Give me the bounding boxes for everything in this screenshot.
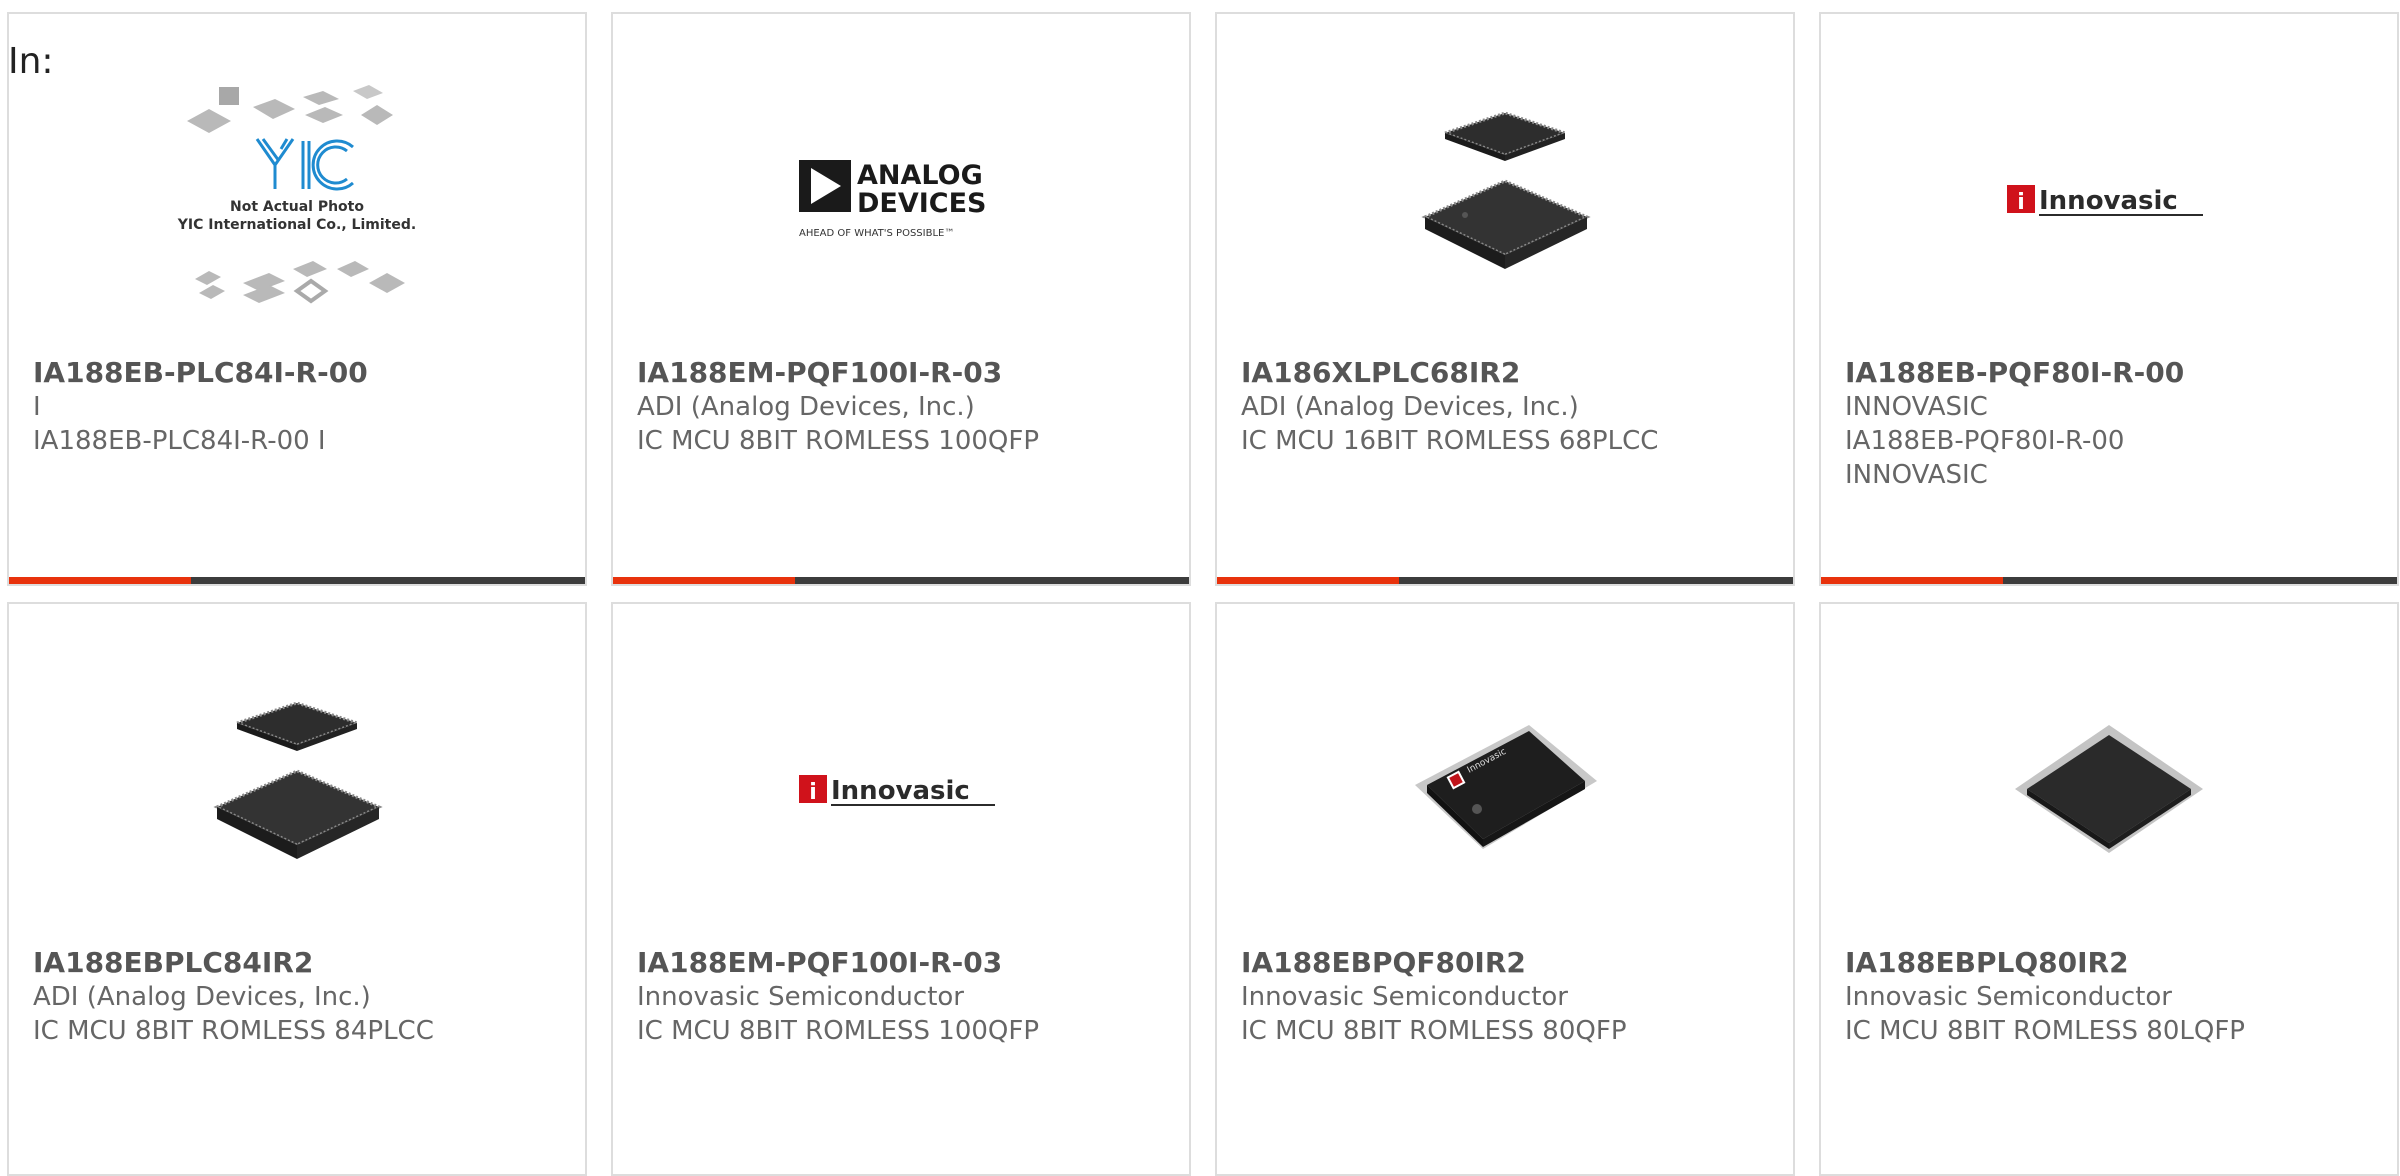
product-image[interactable]: i Innovasic xyxy=(613,624,1189,954)
innovasic-mark: i xyxy=(2017,190,2025,215)
product-part-number[interactable]: IA188EBPLC84IR2 xyxy=(33,946,313,979)
yic-line2: YIC International Co., Limited. xyxy=(177,217,416,233)
product-description: IC MCU 8BIT ROMLESS 84PLCC xyxy=(33,1016,434,1046)
product-image[interactable]: Innovasic xyxy=(1217,624,1793,954)
product-part-number[interactable]: IA188EB-PLC84I-R-00 xyxy=(33,356,368,389)
product-description: IC MCU 8BIT ROMLESS 100QFP xyxy=(637,426,1040,456)
plcc-chip-image xyxy=(213,701,383,859)
product-manufacturer: ADI (Analog Devices, Inc.) xyxy=(1241,392,1579,422)
product-description-2: INNOVASIC xyxy=(1845,460,1988,490)
innovasic-mark: i xyxy=(809,780,817,805)
innovasic-wordmark: Innovasic xyxy=(2039,186,2178,216)
product-part-number[interactable]: IA186XLPLC68IR2 xyxy=(1241,356,1520,389)
plcc-chip-image xyxy=(1421,111,1591,269)
product-card[interactable]: i Innovasic IA188EB-PQF80I-R-00 INNOVASI… xyxy=(1819,12,2399,586)
product-part-number[interactable]: IA188EM-PQF100I-R-03 xyxy=(637,946,1002,979)
product-card[interactable]: Innovasic IA188EBPQF80IR2 Innovasic Semi… xyxy=(1215,602,1795,1176)
product-manufacturer: I xyxy=(33,392,41,422)
card-accent-bar xyxy=(1821,577,2397,584)
yic-line1: Not Actual Photo xyxy=(230,199,364,215)
product-manufacturer: Innovasic Semiconductor xyxy=(637,982,964,1012)
product-card[interactable]: Not Actual Photo YIC International Co., … xyxy=(7,12,587,586)
product-manufacturer: ADI (Analog Devices, Inc.) xyxy=(637,392,975,422)
product-card[interactable]: IA188EBPLC84IR2 ADI (Analog Devices, Inc… xyxy=(7,602,587,1176)
card-accent-bar xyxy=(9,577,585,584)
analog-devices-tagline: AHEAD OF WHAT'S POSSIBLE™ xyxy=(799,228,954,239)
innovasic-logo: i Innovasic xyxy=(2007,185,2203,216)
product-image[interactable]: Not Actual Photo YIC International Co., … xyxy=(9,34,585,364)
in-label: In: xyxy=(8,41,54,82)
product-image[interactable] xyxy=(9,624,585,954)
product-image[interactable] xyxy=(1821,624,2397,954)
analog-devices-logo: ANALOG DEVICES AHEAD OF WHAT'S POSSIBLE™ xyxy=(799,160,987,239)
product-description: IA188EB-PLC84I-R-00 I xyxy=(33,426,326,456)
product-manufacturer: Innovasic Semiconductor xyxy=(1845,982,2172,1012)
product-part-number[interactable]: IA188EM-PQF100I-R-03 xyxy=(637,356,1002,389)
product-image[interactable]: i Innovasic xyxy=(1821,34,2397,364)
card-accent-bar xyxy=(613,577,1189,584)
product-card[interactable]: IA188EBPLQ80IR2 Innovasic Semiconductor … xyxy=(1819,602,2399,1176)
product-card[interactable]: ANALOG DEVICES AHEAD OF WHAT'S POSSIBLE™… xyxy=(611,12,1191,586)
product-description: IA188EB-PQF80I-R-00 xyxy=(1845,426,2125,456)
product-manufacturer: Innovasic Semiconductor xyxy=(1241,982,1568,1012)
product-image[interactable] xyxy=(1217,34,1793,364)
analog-devices-line1: ANALOG xyxy=(857,160,983,191)
qfp-chip-image: Innovasic xyxy=(1415,725,1597,849)
product-description: IC MCU 16BIT ROMLESS 68PLCC xyxy=(1241,426,1659,456)
product-part-number[interactable]: IA188EB-PQF80I-R-00 xyxy=(1845,356,2184,389)
product-part-number[interactable]: IA188EBPQF80IR2 xyxy=(1241,946,1526,979)
not-actual-photo-image: Not Actual Photo YIC International Co., … xyxy=(177,85,416,304)
product-manufacturer: INNOVASIC xyxy=(1845,392,1988,422)
product-card[interactable]: i Innovasic IA188EM-PQF100I-R-03 Innovas… xyxy=(611,602,1191,1176)
innovasic-logo: i Innovasic xyxy=(799,775,995,806)
product-image[interactable]: ANALOG DEVICES AHEAD OF WHAT'S POSSIBLE™ xyxy=(613,34,1189,364)
product-part-number[interactable]: IA188EBPLQ80IR2 xyxy=(1845,946,2129,979)
product-description: IC MCU 8BIT ROMLESS 80QFP xyxy=(1241,1016,1627,1046)
innovasic-wordmark: Innovasic xyxy=(831,776,970,806)
card-accent-bar xyxy=(1217,577,1793,584)
product-description: IC MCU 8BIT ROMLESS 80LQFP xyxy=(1845,1016,2245,1046)
lqfp-chip-image xyxy=(2015,725,2203,853)
product-card[interactable]: IA186XLPLC68IR2 ADI (Analog Devices, Inc… xyxy=(1215,12,1795,586)
product-description: IC MCU 8BIT ROMLESS 100QFP xyxy=(637,1016,1040,1046)
analog-devices-line2: DEVICES xyxy=(857,188,987,219)
product-manufacturer: ADI (Analog Devices, Inc.) xyxy=(33,982,371,1012)
